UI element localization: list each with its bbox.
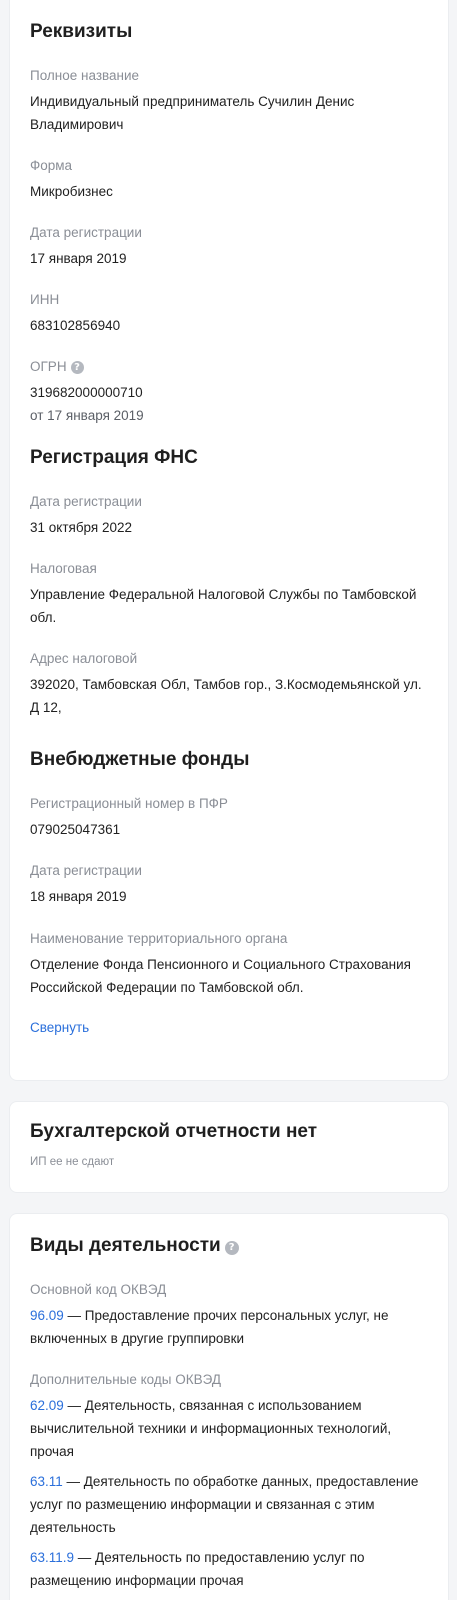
inn-label: ИНН (30, 292, 60, 307)
requisites-card: Реквизиты Полное название Индивидуальный… (9, 0, 449, 1081)
okved-description: — Предоставление прочих персональных усл… (30, 1308, 389, 1346)
funds-reg-date-label: Дата регистрации (30, 863, 142, 878)
activities-card: Виды деятельности? Основной код ОКВЭД 96… (9, 1213, 449, 1600)
extra-okved-item: 63.11.9 — Деятельность по предоставлению… (30, 1546, 430, 1592)
okved-code-link[interactable]: 63.11 (30, 1474, 63, 1489)
extra-okved-item: 62.09 — Деятельность, связанная с исполь… (30, 1394, 430, 1463)
ogrn-value: 319682000000710 (30, 385, 143, 400)
okved-description: — Деятельность, связанная с использовани… (30, 1398, 392, 1459)
extra-okved-item: 63.11 — Деятельность по обработке данных… (30, 1470, 430, 1539)
ogrn-label: ОГРН (30, 359, 67, 374)
tax-office-label: Налоговая (30, 561, 97, 576)
full-name-value: Индивидуальный предприниматель Сучилин Д… (30, 94, 355, 132)
accounting-title: Бухгалтерской отчетности нет (30, 1121, 318, 1142)
ogrn-label-row: ОГРН? (30, 358, 430, 376)
pfr-label: Регистрационный номер в ПФР (30, 796, 228, 811)
territorial-org-label: Наименование территориального органа (30, 931, 288, 946)
form-label: Форма (30, 158, 73, 173)
tax-address-label: Адрес налоговой (30, 651, 138, 666)
question-circle-icon[interactable]: ? (224, 1241, 239, 1255)
okved-code-link[interactable]: 62.09 (30, 1398, 64, 1413)
funds-title: Внебюджетные фонды (30, 749, 250, 770)
tax-office-value: Управление Федеральной Налоговой Службы … (30, 587, 417, 625)
fns-reg-date-value: 31 октября 2022 (30, 520, 133, 535)
fns-title: Регистрация ФНС (30, 447, 198, 468)
inn-value: 683102856940 (30, 318, 121, 333)
okved-description: — Деятельность по предоставлению услуг п… (30, 1550, 365, 1588)
territorial-org-value: Отделение Фонда Пенсионного и Социальног… (30, 957, 411, 995)
activities-title-row: Виды деятельности? (30, 1234, 430, 1258)
pfr-value: 079025047361 (30, 822, 121, 837)
main-okved-item: 96.09 — Предоставление прочих персональн… (30, 1304, 430, 1350)
extra-okved-label: Дополнительные коды ОКВЭД (30, 1372, 221, 1387)
ogrn-date: от 17 января 2019 (30, 408, 144, 423)
form-value: Микробизнес (30, 184, 113, 199)
accounting-note: ИП ее не сдают (30, 1156, 115, 1168)
fns-reg-date-label: Дата регистрации (30, 494, 142, 509)
main-okved-label: Основной код ОКВЭД (30, 1282, 167, 1297)
activities-title: Виды деятельности (30, 1235, 221, 1256)
collapse-link[interactable]: Свернуть (30, 1016, 89, 1039)
okved-code-link[interactable]: 63.11.9 (30, 1550, 74, 1565)
okved-description: — Деятельность по обработке данных, пред… (30, 1474, 419, 1535)
reg-date-label: Дата регистрации (30, 225, 142, 240)
tax-address-value: 392020, Тамбовская Обл, Тамбов гор., З.К… (30, 677, 422, 715)
question-circle-icon[interactable]: ? (70, 361, 84, 374)
full-name-label: Полное название (30, 68, 140, 83)
requisites-title: Реквизиты (30, 21, 133, 42)
reg-date-value: 17 января 2019 (30, 251, 127, 266)
accounting-card: Бухгалтерской отчетности нет ИП ее не сд… (9, 1101, 449, 1193)
okved-code-link[interactable]: 96.09 (30, 1308, 64, 1323)
funds-reg-date-value: 18 января 2019 (30, 889, 127, 904)
